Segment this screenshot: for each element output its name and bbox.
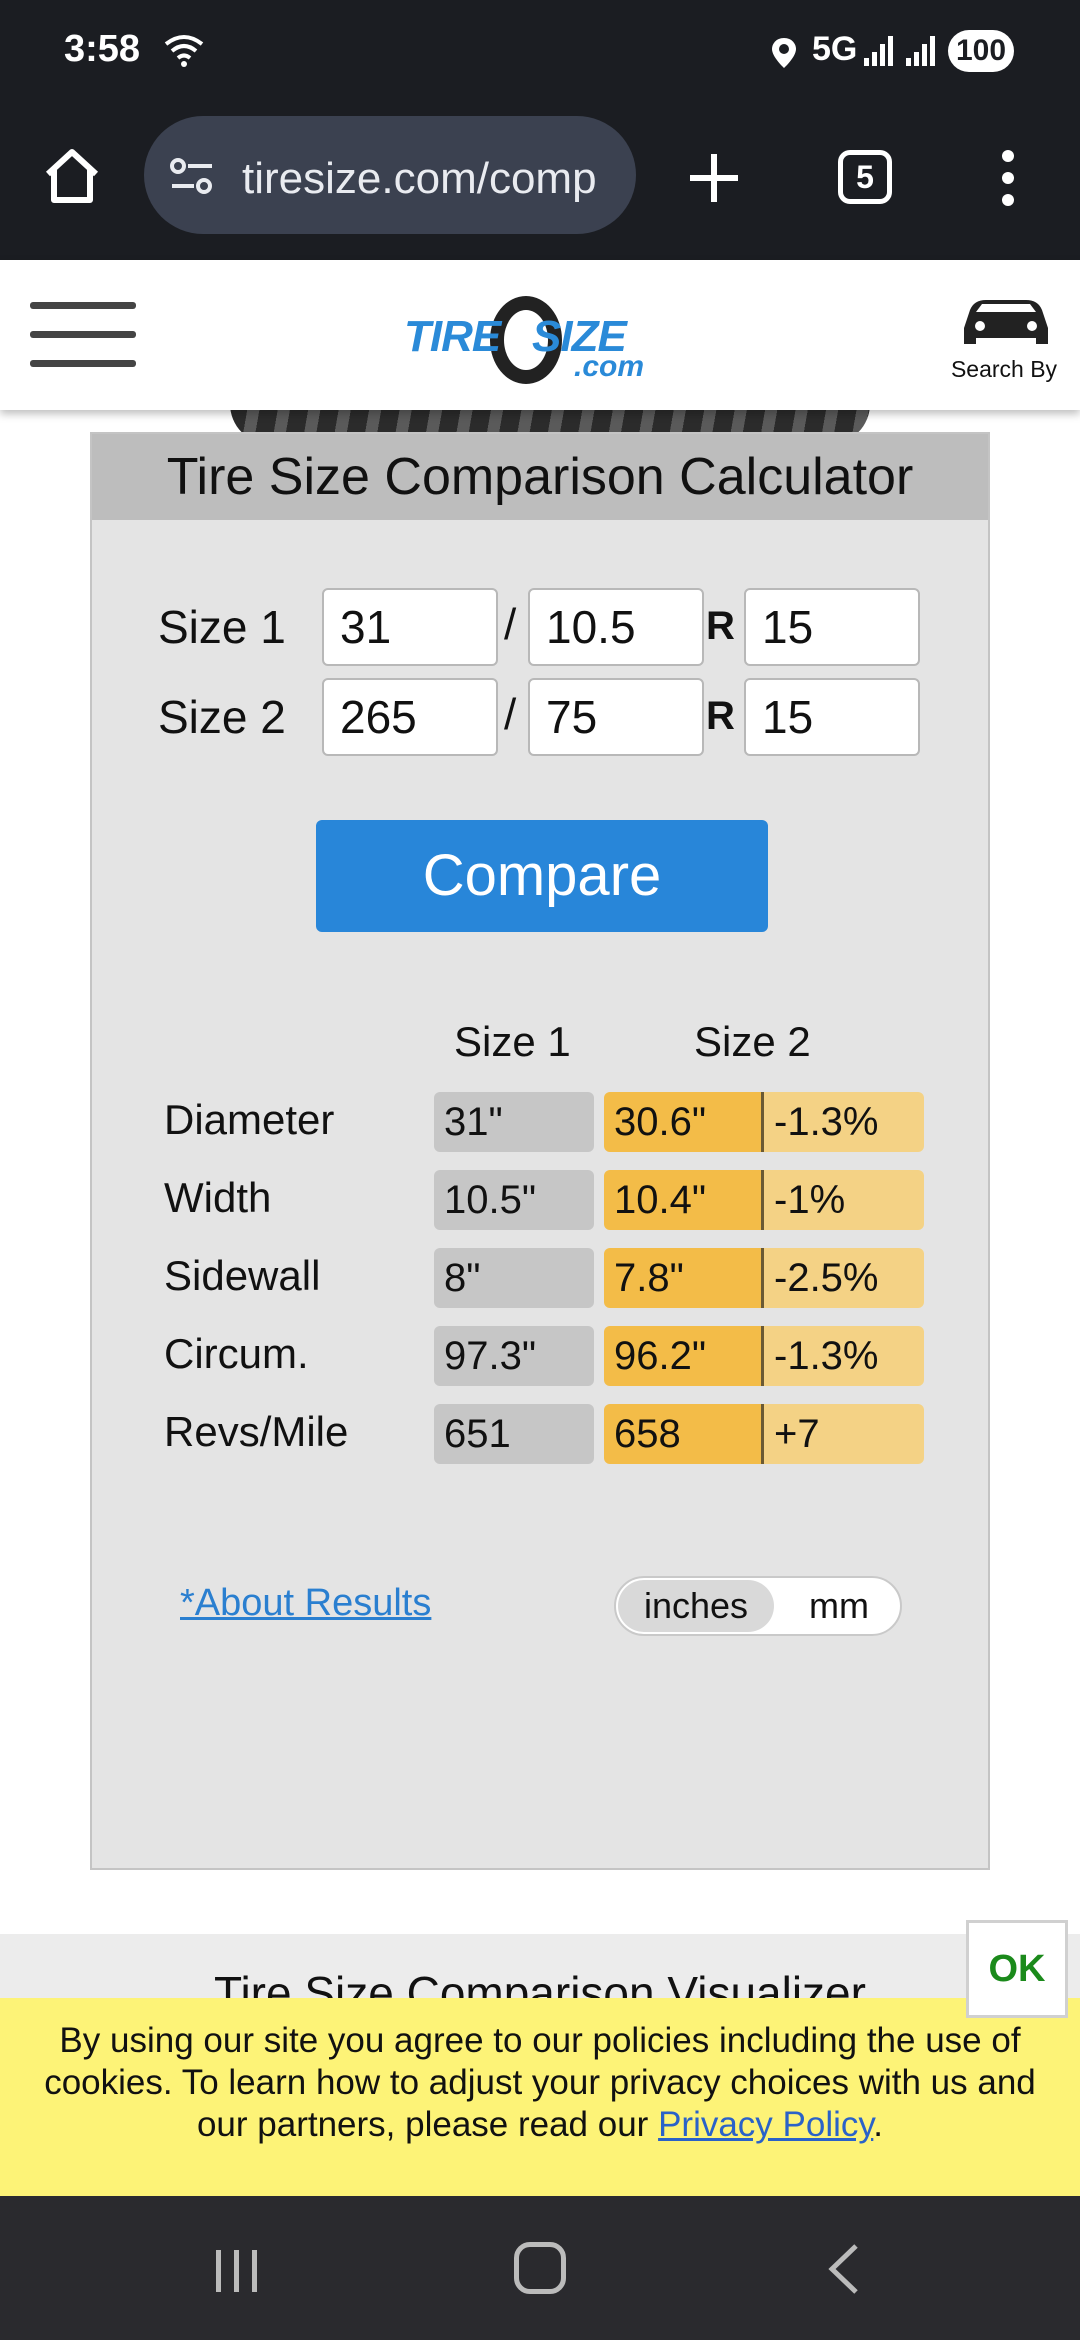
browser-toolbar: tiresize.com/comp 5 (0, 106, 1080, 260)
battery-indicator: 100 (948, 30, 1014, 72)
unit-mm-option[interactable]: mm (784, 1580, 894, 1632)
size2-rim-input[interactable]: 15 (744, 678, 920, 756)
unit-toggle[interactable]: inches mm (614, 1576, 902, 1636)
row-label-revs-per-mile: Revs/Mile (164, 1408, 349, 1455)
size2-r-label: R (706, 694, 735, 738)
hamburger-menu-icon[interactable] (30, 302, 136, 368)
car-icon (956, 288, 1056, 357)
size1-aspect-input[interactable]: 10.5 (528, 588, 704, 666)
diameter-size2-value: 30.6" (604, 1092, 764, 1152)
about-results-link[interactable]: *About Results (180, 1582, 431, 1625)
location-icon (770, 36, 798, 75)
circumference-size1-value: 97.3" (434, 1326, 594, 1386)
cookie-message: By using our site you agree to our polic… (20, 2020, 1060, 2146)
width-size1-value: 10.5" (434, 1170, 594, 1230)
row-label-width: Width (164, 1174, 272, 1221)
visualizer-section: Tire Size Comparison Visualizer (0, 1934, 1080, 2004)
home-nav-icon[interactable] (514, 2242, 566, 2294)
cookie-banner: By using our site you agree to our polic… (0, 1998, 1080, 2196)
system-nav-bar (0, 2196, 1080, 2340)
signal-icon-2 (904, 34, 938, 73)
size2-label: Size 2 (158, 691, 286, 743)
recent-apps-icon[interactable] (212, 2246, 262, 2301)
diameter-size1-value: 31" (434, 1092, 594, 1152)
url-text: tiresize.com/comp (242, 154, 597, 203)
size1-r-label: R (706, 604, 735, 648)
revs-diff-value: +7 (764, 1404, 924, 1464)
logo-com-text: .com (574, 350, 645, 383)
status-bar: 3:58 5G 100 (0, 0, 1080, 106)
compare-button[interactable]: Compare (316, 820, 768, 932)
search-by-button[interactable]: Search By (944, 288, 1064, 398)
diameter-diff-value: -1.3% (764, 1092, 924, 1152)
sidewall-size2-value: 7.8" (604, 1248, 764, 1308)
revs-size1-value: 651 (434, 1404, 594, 1464)
site-header: TIRE SIZE .com Search By (0, 260, 1080, 410)
more-menu-icon[interactable] (992, 146, 1024, 210)
size1-width-input[interactable]: 31 (322, 588, 498, 666)
circumference-diff-value: -1.3% (764, 1326, 924, 1386)
wifi-icon (162, 30, 206, 75)
sidewall-diff-value: -2.5% (764, 1248, 924, 1308)
row-label-diameter: Diameter (164, 1096, 335, 1143)
cookie-ok-button[interactable]: OK (966, 1920, 1068, 2018)
signal-icon (862, 34, 896, 73)
size1-label: Size 1 (158, 601, 286, 653)
cookie-text-end: . (873, 2105, 884, 2144)
width-diff-value: -1% (764, 1170, 924, 1230)
search-by-label: Search By (950, 356, 1058, 382)
home-icon[interactable] (40, 144, 104, 208)
size2-slash: / (504, 690, 517, 739)
page: 3:58 5G 100 tiresize.com/comp 5 TIRE SIZ… (0, 0, 1080, 2340)
comparison-calculator: Tire Size Comparison Calculator Size 1 3… (90, 432, 990, 1870)
calculator-title: Tire Size Comparison Calculator (92, 434, 988, 520)
size2-aspect-input[interactable]: 75 (528, 678, 704, 756)
revs-size2-value: 658 (604, 1404, 764, 1464)
column-header-size1: Size 1 (454, 1018, 571, 1065)
size1-slash: / (504, 600, 517, 649)
privacy-policy-link[interactable]: Privacy Policy (658, 2105, 873, 2144)
unit-inches-option[interactable]: inches (618, 1580, 774, 1632)
sidewall-size1-value: 8" (434, 1248, 594, 1308)
column-header-size2: Size 2 (694, 1018, 811, 1065)
size1-rim-input[interactable]: 15 (744, 588, 920, 666)
width-size2-value: 10.4" (604, 1170, 764, 1230)
back-icon[interactable] (824, 2242, 864, 2301)
logo-tire-text: TIRE (404, 312, 501, 361)
row-label-circumference: Circum. (164, 1330, 309, 1377)
size2-width-input[interactable]: 265 (322, 678, 498, 756)
new-tab-icon[interactable] (684, 148, 744, 208)
site-logo[interactable]: TIRE SIZE .com (404, 284, 676, 390)
row-label-sidewall: Sidewall (164, 1252, 321, 1299)
address-bar[interactable]: tiresize.com/comp (144, 116, 636, 234)
tab-switcher-button[interactable]: 5 (838, 150, 892, 204)
status-time: 3:58 (64, 28, 141, 70)
site-settings-icon[interactable] (168, 156, 216, 201)
cookie-text: By using our site you agree to our polic… (44, 2021, 1036, 2144)
network-type: 5G (812, 30, 858, 68)
circumference-size2-value: 96.2" (604, 1326, 764, 1386)
